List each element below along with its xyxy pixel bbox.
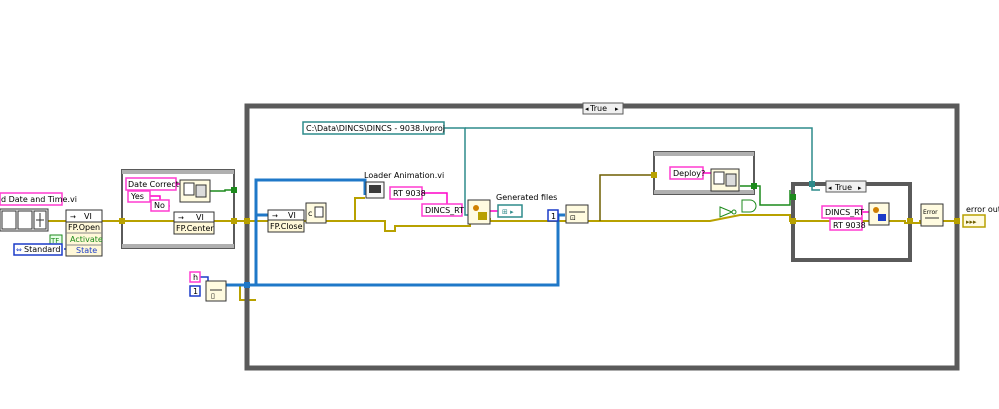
no-constant[interactable]: No xyxy=(150,199,170,212)
fp-close-vi-ref: VI xyxy=(288,211,296,220)
build-vi-icon[interactable] xyxy=(467,199,491,225)
dincs-rt-label: DINCS_RT xyxy=(425,206,464,215)
deploy-constant[interactable]: Deploy? xyxy=(669,166,705,180)
bool-wire-date[interactable] xyxy=(210,189,232,192)
rt-9038-constant-inner[interactable]: RT 9038 xyxy=(829,218,866,231)
date-time-vi-icons[interactable] xyxy=(0,208,49,232)
dincs-rt-constant-inner[interactable]: DINCS_RT xyxy=(821,205,864,219)
loader-animation-vi-icon[interactable] xyxy=(365,181,385,199)
two-button-dialog-icon[interactable] xyxy=(179,179,211,203)
svg-text:⊡: ⊡ xyxy=(570,214,576,222)
error-wire-dark-segment[interactable] xyxy=(599,174,655,221)
fp-open-vi-ref: VI xyxy=(84,212,92,221)
error-wire-bottom[interactable] xyxy=(226,284,256,301)
fp-close-label: FP.Close xyxy=(270,222,303,231)
fp-close-property-node[interactable]: → VI FP.Close xyxy=(267,209,305,233)
h-constant[interactable]: h xyxy=(189,271,201,283)
svg-text:▸: ▸ xyxy=(858,184,862,192)
svg-text:Error: Error xyxy=(923,209,938,216)
index-constant-label: 1 xyxy=(551,212,556,221)
outer-case-structure[interactable]: True ◂ ▸ xyxy=(244,102,960,371)
svg-text:▸▸▸: ▸▸▸ xyxy=(966,218,977,226)
svg-text:c: c xyxy=(308,209,312,218)
path-wire-2[interactable] xyxy=(465,127,820,191)
close-ref-icon[interactable]: c xyxy=(305,202,327,224)
one-constant-left[interactable]: 1 xyxy=(189,285,201,297)
path-constant[interactable]: C:\Data\DINCS\DINCS - 9038.lvproj xyxy=(302,121,445,135)
case-selector-right-arrow: ▸ xyxy=(615,105,619,113)
rt-9038-label: RT 9038 xyxy=(393,189,426,198)
date-time-vi-label-group: d Date and Time.vi xyxy=(0,192,77,206)
case-selector-outer-label: True xyxy=(589,104,607,113)
error-handler-icon[interactable]: Error xyxy=(920,203,944,227)
dincs-rt-constant[interactable]: DINCS_RT xyxy=(421,203,464,217)
one-constant-left-label: 1 xyxy=(193,287,198,296)
path-constant-label: C:\Data\DINCS\DINCS - 9038.lvproj xyxy=(306,124,445,133)
date-correct-constant[interactable]: Date Correct? xyxy=(125,177,183,191)
yes-constant[interactable]: Yes xyxy=(127,190,151,203)
rt-9038-constant[interactable]: RT 9038 xyxy=(389,186,426,200)
fp-open-label: FP.Open xyxy=(68,223,100,232)
date-correct-label: Date Correct? xyxy=(128,180,183,189)
index-constant[interactable]: 1 xyxy=(547,209,559,222)
error-out-label: error out xyxy=(966,205,999,214)
fp-open-activate: Activate xyxy=(70,235,103,244)
deploy-vi-icon[interactable] xyxy=(868,202,890,226)
svg-text:⊞ ▸: ⊞ ▸ xyxy=(502,208,514,216)
loader-animation-label-group: Loader Animation.vi xyxy=(364,171,444,180)
h-constant-label: h xyxy=(193,273,198,282)
fp-center-label: FP.Center xyxy=(176,224,214,233)
yes-label: Yes xyxy=(130,192,144,201)
fp-center-property-node[interactable]: → VI FP.Center xyxy=(173,211,215,235)
svg-text:⇔: ⇔ xyxy=(16,246,22,254)
wait-function-icon[interactable]: ⊡ xyxy=(565,204,589,224)
svg-text:◂: ◂ xyxy=(828,184,832,192)
fp-center-vi-ref: VI xyxy=(196,213,204,222)
block-diagram: True ◂ ▸ True ◂ ▸ d Date and Time.vi VI … xyxy=(0,102,999,371)
rt-9038-inner-label: RT 9038 xyxy=(833,221,866,230)
standard-enum-label: Standard xyxy=(24,245,60,254)
loader-animation-label: Loader Animation.vi xyxy=(364,171,444,180)
generated-files-label: Generated files xyxy=(496,193,557,202)
case-selector-left-arrow: ◂ xyxy=(585,105,589,113)
and-gate-icon[interactable] xyxy=(741,199,757,213)
case-selector-inner-label: True xyxy=(834,183,852,192)
fp-open-property-node[interactable]: VI → FP.Open Activate State xyxy=(65,209,103,257)
no-label: No xyxy=(154,201,165,210)
deploy-label: Deploy? xyxy=(673,169,705,178)
svg-text:→: → xyxy=(178,214,184,222)
svg-text:→: → xyxy=(70,213,76,221)
fp-open-state: State xyxy=(76,246,97,255)
error-out-indicator[interactable]: error out ▸▸▸ xyxy=(962,205,999,228)
deploy-dialog-icon[interactable] xyxy=(710,168,740,192)
svg-text:→: → xyxy=(272,212,278,220)
dincs-rt-inner-label: DINCS_RT xyxy=(825,208,864,217)
timing-function-icon[interactable]: ▯ xyxy=(205,280,227,302)
date-time-vi-label: d Date and Time.vi xyxy=(1,195,77,204)
standard-enum[interactable]: ⇔ Standard xyxy=(13,243,63,256)
svg-text:▯: ▯ xyxy=(211,292,215,300)
